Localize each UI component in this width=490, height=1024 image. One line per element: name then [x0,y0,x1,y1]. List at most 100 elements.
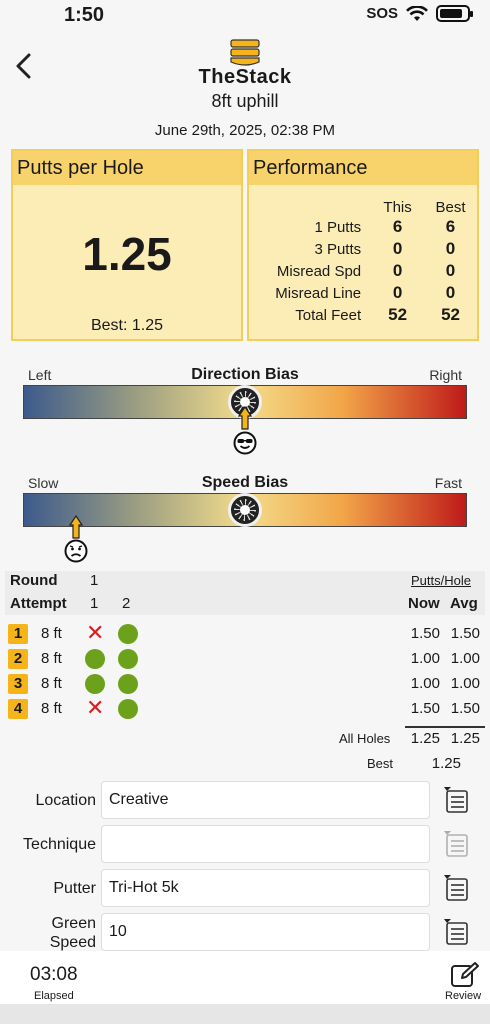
perf-best: 52 [441,305,460,324]
perf-this: 0 [392,283,403,302]
performance-card: Performance This Best 1 Putts 6 6 3 Putt… [247,149,479,341]
make-dot-icon[interactable] [118,699,138,719]
perf-label: Misread Spd [276,262,362,280]
best-value: 1.25 [431,755,461,772]
best-label: Best [367,756,394,771]
page-subtitle: 8ft uphill [211,91,279,111]
avg-value: 1.50 [450,700,480,717]
up-arrow-icon [238,406,252,430]
hole-number-badge[interactable]: 3 [8,674,28,694]
perf-label: Total Feet [295,306,362,324]
all-holes-label: All Holes [339,731,391,746]
make-dot-icon[interactable] [118,674,138,694]
avg-value: 1.50 [450,625,480,642]
hole-distance: 8 ft [41,650,62,667]
putts-per-hole-value: 1.25 [82,228,172,280]
putts-per-hole-title: Putts per Hole [13,151,241,185]
battery-icon [436,5,473,22]
sos-label: SOS [366,5,398,22]
perf-row: Misread Line 0 0 [249,282,477,304]
stack-logo-icon [230,39,260,66]
technique-list-icon[interactable] [443,830,469,858]
all-holes-avg: 1.25 [450,730,480,747]
direction-bias-title: Direction Bias [191,366,299,383]
perf-best: 0 [445,283,456,302]
speed-fast-label: Fast [434,475,462,491]
now-value: 1.50 [410,700,440,717]
hole-number-badge[interactable]: 4 [8,699,28,719]
perf-row: 1 Putts 6 6 [249,216,477,238]
hole-number-badge[interactable]: 1 [8,624,28,644]
location-field[interactable]: Creative [101,781,430,819]
perf-best: 0 [445,239,456,258]
performance-title: Performance [249,151,477,185]
hole-distance: 8 ft [41,625,62,642]
avg-value: 1.00 [450,650,480,667]
home-indicator-area [0,1004,490,1024]
miss-x-icon[interactable]: ✕ [86,622,104,644]
hole-distance: 8 ft [41,675,62,692]
perf-row: 3 Putts 0 0 [249,238,477,260]
perf-this: 0 [392,261,403,280]
green-speed-label-1: Green [51,915,96,932]
perf-this: 0 [392,239,403,258]
make-dot-icon[interactable] [118,624,138,644]
technique-label: Technique [23,836,96,853]
location-list-icon[interactable] [443,786,469,814]
perf-best: 6 [445,217,456,236]
attempt-2-header: 2 [122,595,131,612]
miss-x-icon[interactable]: ✕ [86,697,104,719]
now-header: Now [408,595,440,612]
up-arrow-icon [69,515,84,539]
perf-row: Misread Spd 0 0 [249,260,477,282]
all-holes-now: 1.25 [410,730,440,747]
review-label[interactable]: Review [445,990,481,1002]
brand-name: TheStack [198,66,292,88]
putts-hole-header[interactable]: Putts/Hole [411,573,471,588]
totals-divider [405,726,485,728]
make-dot-icon[interactable] [118,649,138,669]
status-time: 1:50 [64,4,105,26]
perf-this: 52 [388,305,408,324]
avg-header: Avg [450,595,478,612]
status-icons: SOS [366,5,473,22]
putter-label: Putter [53,880,96,897]
putter-field[interactable]: Tri-Hot 5k [101,869,430,907]
round-value: 1 [90,572,99,589]
perf-label: 3 Putts [314,240,362,258]
technique-field[interactable] [101,825,430,863]
avg-value: 1.00 [450,675,480,692]
putter-list-icon[interactable] [443,874,469,902]
attempt-label: Attempt [10,595,67,612]
perf-row: Total Feet 52 52 [249,304,477,326]
now-value: 1.00 [410,675,440,692]
location-label: Location [35,792,97,809]
col-this: This [383,199,412,216]
green-speed-field[interactable]: 10 [101,913,430,951]
round-label: Round [10,572,58,589]
make-dot-icon[interactable] [85,649,105,669]
now-value: 1.50 [410,625,440,642]
make-dot-icon[interactable] [85,674,105,694]
perf-this: 6 [392,217,403,236]
attempt-1-header: 1 [90,595,99,612]
direction-right-label: Right [429,367,462,383]
col-best: Best [435,199,466,216]
putts-per-hole-best: Best: 1.25 [90,317,164,334]
elapsed-time: 03:08 [30,964,78,985]
green-speed-list-icon[interactable] [443,918,469,946]
hole-number-badge[interactable]: 2 [8,649,28,669]
now-value: 1.00 [410,650,440,667]
speed-bias-title: Speed Bias [201,474,289,491]
wifi-icon [406,5,428,21]
session-datetime: June 29th, 2025, 02:38 PM [154,122,336,139]
putts-per-hole-card: Putts per Hole 1.25 Best: 1.25 [11,149,243,341]
perf-label: 1 Putts [314,218,362,236]
sad-face-icon [64,539,88,563]
hole-distance: 8 ft [41,700,62,717]
speed-center-wheel-icon [228,493,262,527]
elapsed-label: Elapsed [34,990,74,1002]
performance-table: This Best 1 Putts 6 6 3 Putts 0 0 Misrea… [249,199,477,326]
review-edit-icon[interactable] [450,961,480,989]
perf-best: 0 [445,261,456,280]
